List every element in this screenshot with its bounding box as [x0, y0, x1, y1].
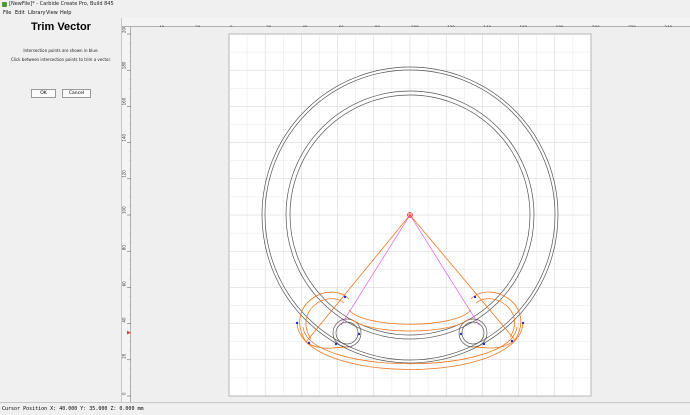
app-icon — [2, 2, 7, 7]
intersection-point[interactable] — [295, 321, 299, 325]
ok-button[interactable]: OK — [31, 89, 56, 98]
ruler-tick-label: 160 — [122, 97, 127, 105]
panel-message-instructions: Click between intersection points to tri… — [10, 57, 112, 62]
intersection-point[interactable] — [510, 339, 514, 343]
ruler-tick-label: 200 — [122, 27, 127, 33]
ruler-tick-label: 40 — [122, 317, 127, 323]
intersection-point[interactable] — [334, 342, 338, 346]
intersection-point[interactable] — [459, 332, 463, 336]
ruler-tick-label: 120 — [122, 170, 127, 178]
design-canvas[interactable] — [131, 27, 690, 402]
ruler-tick-label: 0 — [122, 392, 127, 395]
vertical-ruler-scale: 200180160140120100806040200 — [122, 25, 131, 397]
intersection-point[interactable] — [473, 295, 477, 299]
ruler-tick-label: 80 — [122, 245, 127, 251]
cancel-button[interactable]: Cancel — [62, 89, 91, 98]
ruler-tick-label: 20 — [122, 353, 127, 359]
menu-bar: File Edit Library View Help — [0, 9, 690, 18]
horizontal-ruler: -40-20020406080100120140160180200220240 — [122, 18, 690, 33]
ruler-tick-label: 60 — [122, 281, 127, 287]
title-bar: [NewFile]* - Carbide Create Pro, Build 8… — [0, 0, 690, 9]
intersection-point[interactable] — [307, 341, 311, 345]
status-bar: Cursor Position X: 40.000 Y: 35.000 Z: 0… — [0, 402, 690, 414]
ruler-tick-label: 140 — [122, 134, 127, 142]
ruler-tick-label: 180 — [122, 61, 127, 69]
intersection-point[interactable] — [482, 342, 486, 346]
menu-view[interactable]: View — [46, 9, 58, 18]
menu-library[interactable]: Library — [28, 9, 45, 18]
design-canvas-drawing[interactable] — [131, 27, 690, 402]
menu-edit[interactable]: Edit — [15, 9, 25, 18]
intersection-point[interactable] — [521, 321, 525, 325]
menu-help[interactable]: Help — [60, 9, 71, 18]
vertical-ruler: 200 180 160 140 120 100 80 60 40 20 0 — [122, 25, 131, 402]
panel-message-intersections: Intersection points are shown in blue. — [23, 48, 99, 53]
ruler-tick-label: 100 — [122, 206, 127, 214]
intersection-point[interactable] — [357, 332, 361, 336]
trim-vector-panel: Trim Vector Intersection points are show… — [0, 18, 122, 402]
intersection-point[interactable] — [343, 295, 347, 299]
panel-title: Trim Vector — [31, 21, 91, 33]
menu-file[interactable]: File — [3, 9, 11, 18]
window-title: [NewFile]* - Carbide Create Pro, Build 8… — [9, 1, 114, 7]
